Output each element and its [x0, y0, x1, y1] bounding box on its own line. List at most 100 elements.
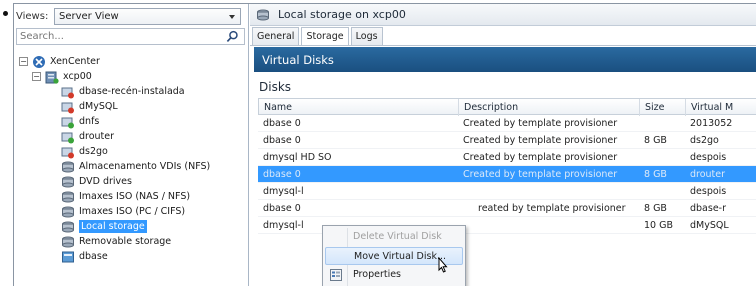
tree-item-label: dbase-recén-instalada — [79, 86, 185, 97]
storage-icon — [62, 161, 74, 172]
cell-size: 8 GB — [644, 169, 667, 180]
cell-description: Created by template provisioner — [463, 152, 618, 163]
cell-size: 10 GB — [644, 220, 673, 231]
column-header-virtual-machine[interactable]: Virtual M — [691, 102, 733, 113]
table-row[interactable]: dmysql-l despois — [258, 183, 756, 200]
menu-item-label: Move Virtual Disk... — [354, 251, 447, 262]
column-divider — [639, 99, 640, 116]
tree-item-vm[interactable]: dMySQL — [61, 99, 118, 114]
collapse-xcp00-toggle[interactable]: − — [32, 72, 41, 81]
table-row-selected[interactable]: dbase 0 Created by template provisioner … — [258, 166, 756, 183]
tab-logs[interactable]: Logs — [350, 27, 383, 45]
tree-item-label: Almacenamento VDIs (NFS) — [79, 161, 211, 172]
storage-icon — [62, 176, 74, 187]
cell-name: dbase 0 — [263, 169, 301, 180]
search-icon[interactable] — [226, 30, 239, 43]
tab-general[interactable]: General — [252, 27, 300, 45]
tree-item-vm[interactable]: dbase-recén-instalada — [61, 84, 185, 99]
cell-vm: 2013052 — [690, 118, 733, 129]
tree-item-vm[interactable]: ds2go — [61, 144, 108, 159]
tree-item-label: dMySQL — [79, 101, 118, 112]
storage-icon — [62, 206, 74, 217]
search-input[interactable] — [17, 29, 217, 44]
mouse-pointer-icon — [438, 257, 448, 273]
tree-item-label: Local storage — [79, 220, 147, 233]
tree-item-xcp00[interactable]: xcp00 — [45, 69, 92, 84]
column-header-name[interactable]: Name — [264, 102, 292, 113]
cell-vm: dbase-r — [690, 203, 727, 214]
table-row[interactable]: dbase 0 Created by template provisioner … — [258, 132, 756, 149]
tree-item-vm[interactable]: dnfs — [61, 114, 99, 129]
collapse-xencenter-toggle[interactable]: − — [19, 57, 28, 66]
views-row: Views: Server View — [16, 7, 245, 25]
storage-icon — [62, 236, 74, 247]
cell-vm: drouter — [690, 169, 726, 180]
table-row[interactable]: dbase 0 reated by template provisioner 8… — [258, 200, 756, 217]
tab-divider — [250, 45, 756, 46]
column-header-size[interactable]: Size — [645, 102, 665, 113]
column-header-description[interactable]: Description — [464, 102, 518, 113]
cell-size: 8 GB — [644, 135, 667, 146]
tree-item-label: ds2go — [79, 146, 108, 157]
content-title-bar: Local storage on xcp00 — [250, 4, 756, 26]
template-icon — [62, 251, 74, 262]
tab-bar: General Storage Logs — [250, 27, 385, 46]
cell-name: dbase 0 — [263, 203, 301, 214]
content-title: Local storage on xcp00 — [278, 8, 406, 21]
tree-item-template[interactable]: dbase — [61, 249, 108, 264]
cell-description: Created by template provisioner — [463, 118, 618, 129]
vm-stopped-icon — [61, 147, 74, 158]
vm-stopped-icon — [61, 87, 74, 98]
views-dropdown[interactable]: Server View — [54, 7, 241, 25]
column-divider — [685, 99, 686, 116]
tree-item-storage[interactable]: Removable storage — [61, 234, 171, 249]
tree-item-label: Imaxes ISO (NAS / NFS) — [79, 191, 191, 202]
tree-item-label: drouter — [79, 131, 115, 142]
cell-name: dmysql HD SO — [263, 152, 332, 163]
tree-item-storage[interactable]: Imaxes ISO (PC / CIFS) — [61, 204, 185, 219]
cell-name: dmysql-l — [263, 220, 304, 231]
tree-item-xencenter[interactable]: XenCenter — [32, 54, 100, 69]
storage-icon — [62, 221, 74, 232]
disks-table: Name Description Size Virtual M dbase 0 … — [258, 98, 756, 234]
cell-name: dmysql-l — [263, 186, 304, 197]
table-row[interactable]: dbase 0 Created by template provisioner … — [258, 115, 756, 132]
storage-icon — [62, 191, 74, 202]
tree-item-storage[interactable]: Almacenamento VDIs (NFS) — [61, 159, 210, 174]
tree-item-label: XenCenter — [50, 56, 100, 67]
tree-item-label: xcp00 — [63, 71, 92, 82]
cell-name: dbase 0 — [263, 118, 301, 129]
navigation-pane: Views: Server View − XenCenter − — [14, 4, 249, 286]
cell-vm: ds2go — [690, 135, 719, 146]
host-icon — [45, 71, 59, 84]
views-label: Views: — [16, 10, 49, 22]
table-row[interactable]: dmysql HD SO Created by template provisi… — [258, 149, 756, 166]
table-header: Name Description Size Virtual M — [258, 98, 756, 116]
cell-description: reated by template provisioner — [478, 203, 626, 214]
tree-item-local-storage[interactable]: Local storage — [61, 219, 147, 234]
menu-item-delete-virtual-disk[interactable]: Delete Virtual Disk — [325, 228, 463, 246]
tree-item-storage[interactable]: DVD drives — [61, 174, 132, 189]
tree-item-vm[interactable]: drouter — [61, 129, 114, 144]
cell-vm: dMySQL — [690, 220, 729, 231]
panel-header: Virtual Disks — [254, 47, 756, 72]
tree-item-label: Imaxes ISO (PC / CIFS) — [79, 206, 186, 217]
cell-size: 8 GB — [644, 203, 667, 214]
cell-vm: despois — [690, 186, 727, 197]
views-dropdown-value: Server View — [59, 10, 119, 22]
tree-item-storage[interactable]: Imaxes ISO (NAS / NFS) — [61, 189, 190, 204]
tree-item-label: DVD drives — [79, 176, 132, 187]
section-title: Disks — [259, 80, 292, 94]
context-menu: Delete Virtual Disk Move Virtual Disk...… — [322, 225, 466, 286]
list-bullet — [3, 11, 8, 16]
storage-icon — [257, 9, 269, 20]
cell-description: Created by template provisioner — [463, 169, 618, 180]
tree-item-label: dbase — [79, 251, 108, 262]
vm-running-icon — [61, 117, 74, 128]
vm-running-icon — [61, 132, 74, 143]
chevron-down-icon — [229, 14, 235, 19]
tab-storage[interactable]: Storage — [301, 27, 349, 46]
search-box[interactable] — [16, 28, 245, 45]
vm-stopped-icon — [61, 102, 74, 113]
properties-icon — [330, 269, 342, 281]
